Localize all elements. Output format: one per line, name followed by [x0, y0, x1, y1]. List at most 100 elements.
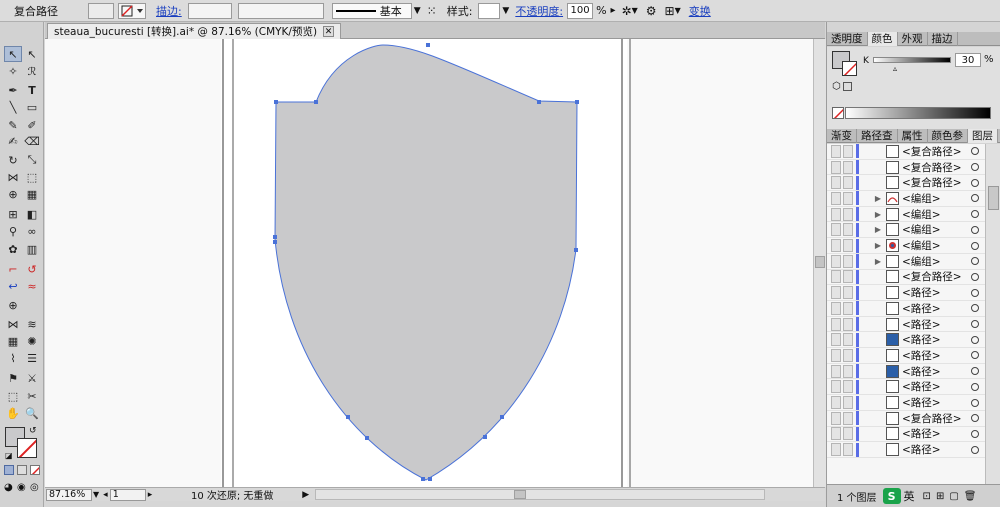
column-graph-tool-icon[interactable]: ▥ — [23, 241, 41, 257]
opacity-stepper-icon[interactable]: ▸ — [611, 5, 616, 16]
warp-tool-icon[interactable]: ≋ — [23, 316, 41, 332]
scale-tool-icon[interactable]: ⤡ — [23, 152, 41, 168]
tab-appearance[interactable]: 外观 — [898, 32, 928, 46]
draw-mode-icon[interactable]: ◕ — [4, 482, 13, 493]
stroke-profile-dropdown[interactable]: 基本 — [331, 2, 412, 19]
lock-toggle[interactable] — [843, 144, 853, 158]
variable-width-dropdown[interactable] — [237, 2, 324, 19]
layer-row[interactable]: <复合路径> — [827, 410, 985, 427]
tab-color[interactable]: 颜色 — [867, 32, 898, 46]
expand-triangle-icon[interactable]: ▶ — [873, 210, 883, 219]
layer-row[interactable]: <路径> — [827, 316, 985, 333]
color-stroke-swatch[interactable] — [842, 61, 857, 76]
horizontal-scroll-thumb[interactable] — [514, 490, 527, 499]
horizontal-scrollbar[interactable] — [315, 489, 766, 500]
layer-row[interactable]: ▶ <编组> — [827, 191, 985, 207]
stroke-swatch[interactable] — [118, 2, 146, 19]
gradient-mode-icon[interactable] — [17, 465, 27, 475]
visibility-toggle[interactable] — [831, 317, 841, 331]
lock-toggle[interactable] — [843, 348, 853, 362]
target-circle-icon[interactable] — [971, 147, 979, 156]
recolor-dropdown-icon[interactable]: ▼ — [632, 6, 638, 15]
layers-scrollbar[interactable] — [985, 144, 1000, 484]
zigzag-tool-icon[interactable]: ⌇ — [4, 350, 22, 366]
expand-triangle-icon[interactable]: ▶ — [873, 257, 883, 266]
document-tab[interactable]: steaua_bucuresti [转换].ai* @ 87.16% (CMYK… — [47, 23, 342, 39]
layer-row[interactable]: ▶ <编组> — [827, 222, 985, 239]
out-of-gamut-icon[interactable]: ⬡ — [832, 81, 841, 92]
layer-row[interactable]: <复合路径> — [827, 144, 985, 160]
visibility-toggle[interactable] — [831, 443, 841, 457]
lock-toggle[interactable] — [843, 254, 853, 268]
blob-brush-tool-icon[interactable]: ✍ — [4, 133, 22, 149]
free-transform-tool-icon[interactable]: ⬚ — [23, 169, 41, 185]
prev-artboard-icon[interactable]: ◂ — [103, 490, 108, 500]
layer-row[interactable]: <路径> — [827, 379, 985, 396]
zoom-tool-icon[interactable]: 🔍 — [23, 405, 41, 421]
target-circle-icon[interactable] — [971, 288, 979, 297]
visibility-toggle[interactable] — [831, 411, 841, 425]
lock-toggle[interactable] — [843, 160, 853, 174]
brush-dropdown-icon[interactable]: ▼ — [414, 6, 421, 16]
visibility-toggle[interactable] — [831, 427, 841, 441]
status-menu-icon[interactable]: ▶ — [302, 490, 309, 500]
anchor-point[interactable] — [273, 240, 277, 244]
visibility-toggle[interactable] — [831, 364, 841, 378]
gear-icon[interactable]: ⚙ — [646, 4, 657, 18]
transform-link[interactable]: 变换 — [689, 3, 711, 19]
fill-swatch[interactable] — [88, 2, 114, 19]
zoom-field[interactable]: 87.16% — [46, 488, 92, 501]
eyedropper-tool-icon[interactable]: ⚲ — [4, 223, 22, 239]
target-circle-icon[interactable] — [971, 272, 979, 281]
target-circle-icon[interactable] — [971, 445, 979, 454]
stroke-weight-field[interactable] — [187, 2, 232, 19]
paintbrush-tool-icon[interactable]: ✎ — [4, 117, 22, 133]
k-slider-thumb[interactable]: ▵ — [893, 64, 897, 73]
tab-transparency[interactable]: 透明度 — [827, 32, 868, 46]
none-mode-icon[interactable] — [30, 465, 40, 475]
target-circle-icon[interactable] — [971, 163, 979, 172]
visibility-toggle[interactable] — [831, 348, 841, 362]
swap-fill-stroke-icon[interactable]: ↺ — [29, 426, 37, 436]
slice-tool-icon[interactable]: ↺ — [23, 261, 41, 277]
style-dropdown-icon[interactable]: ▼ — [502, 6, 509, 16]
layer-row[interactable]: ▶ <编组> — [827, 253, 985, 270]
knife-tool-icon[interactable]: ⚔ — [23, 370, 41, 386]
selection-tool-icon[interactable]: ↖ — [4, 46, 22, 62]
layer-row[interactable]: <路径> — [827, 348, 985, 364]
pencil-tool-icon[interactable]: ✐ — [23, 117, 41, 133]
target-circle-icon[interactable] — [971, 367, 979, 376]
lock-toggle[interactable] — [843, 396, 853, 410]
layer-row[interactable]: <路径> — [827, 442, 985, 458]
direct-selection-tool-icon[interactable]: ↖ — [23, 46, 41, 62]
scroll-thumb[interactable] — [815, 256, 825, 268]
anchor-point[interactable] — [575, 100, 579, 104]
rectangle-tool-icon[interactable]: ▭ — [23, 99, 41, 115]
screen-mode-alt-icon[interactable]: ◎ — [30, 482, 39, 493]
k-value-field[interactable]: 30 — [955, 53, 981, 67]
layers-scroll-thumb[interactable] — [988, 186, 999, 210]
symbol-sprayer-tool-icon[interactable]: ✿ — [4, 241, 22, 257]
visibility-toggle[interactable] — [831, 160, 841, 174]
anchor-point[interactable] — [574, 248, 578, 252]
status-text-field[interactable]: 10 次还原; 无重做 — [162, 489, 302, 502]
tab-gradient[interactable]: 渐变 — [827, 129, 857, 143]
artboard-tool-icon[interactable]: ⌐ — [4, 261, 22, 277]
layer-row[interactable]: <路径> — [827, 395, 985, 411]
target-circle-icon[interactable] — [971, 335, 979, 344]
lock-toggle[interactable] — [843, 380, 853, 394]
target-circle-icon[interactable] — [971, 210, 979, 219]
scissors-tool-icon[interactable]: ✂ — [23, 388, 41, 404]
none-color-swatch[interactable] — [832, 107, 844, 119]
lock-toggle[interactable] — [843, 333, 853, 347]
stroke-proxy[interactable] — [17, 438, 37, 458]
make-clipping-mask-icon[interactable]: ⊡ — [923, 491, 931, 502]
anchor-point[interactable] — [273, 235, 277, 239]
tab-layers[interactable]: 图层 — [968, 129, 998, 143]
lock-toggle[interactable] — [843, 207, 853, 221]
line-tool-icon[interactable]: ╲ — [4, 99, 22, 115]
layer-row[interactable]: <复合路径> — [827, 159, 985, 176]
layer-row[interactable]: <复合路径> — [827, 175, 985, 192]
tab-color-guide[interactable]: 颜色参 — [928, 129, 968, 143]
anchor-point[interactable] — [274, 100, 278, 104]
